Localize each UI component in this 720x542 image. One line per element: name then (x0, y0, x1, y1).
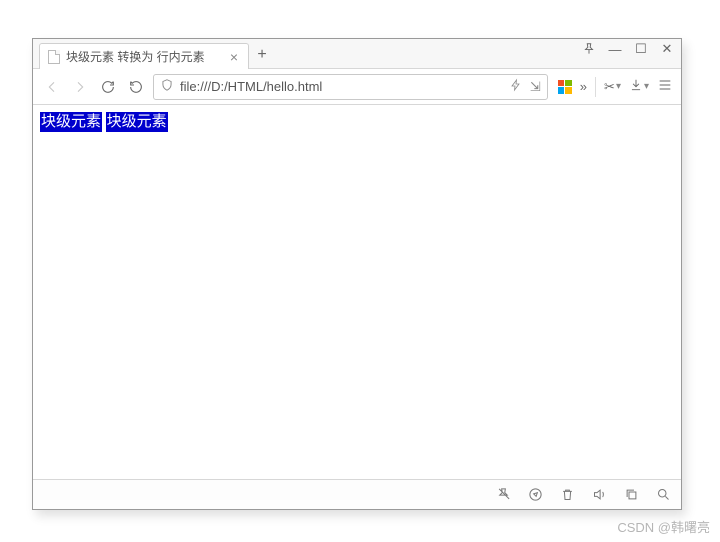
chevron-down-icon[interactable]: ▾ (644, 81, 649, 92)
tab-title: 块级元素 转换为 行内元素 (66, 48, 205, 65)
url-bar[interactable]: file:///D:/HTML/hello.html ⇲ (153, 74, 548, 100)
url-text: file:///D:/HTML/hello.html (180, 79, 504, 94)
compass-icon[interactable] (527, 487, 543, 502)
tab-close-button[interactable]: × (228, 50, 240, 64)
volume-icon[interactable] (591, 487, 607, 502)
scissors-icon[interactable]: ✂ (604, 79, 615, 95)
download-icon[interactable] (629, 78, 643, 95)
titlebar: 块级元素 转换为 行内元素 × + — ☐ ✕ (33, 39, 681, 69)
trash-icon[interactable] (559, 487, 575, 502)
menu-button[interactable] (657, 77, 673, 96)
file-icon (48, 50, 60, 64)
browser-tab[interactable]: 块级元素 转换为 行内元素 × (39, 43, 249, 69)
more-button[interactable]: » (580, 79, 587, 94)
pin-icon[interactable] (581, 42, 597, 56)
toolbar: file:///D:/HTML/hello.html ⇲ » ✂ ▾ ▾ (33, 69, 681, 105)
undo-reload-button[interactable] (125, 76, 147, 98)
minimize-button[interactable]: — (607, 42, 623, 57)
statusbar (33, 479, 681, 509)
close-button[interactable]: ✕ (659, 41, 675, 57)
expand-icon[interactable]: ⇲ (530, 79, 541, 95)
chevron-down-icon[interactable]: ▾ (616, 81, 621, 92)
url-right-icons: ⇲ (510, 78, 541, 95)
forward-button[interactable] (69, 76, 91, 98)
divider (595, 77, 596, 97)
browser-window: 块级元素 转换为 行内元素 × + — ☐ ✕ f (32, 38, 682, 510)
maximize-button[interactable]: ☐ (633, 41, 649, 57)
back-button[interactable] (41, 76, 63, 98)
window-controls: — ☐ ✕ (581, 41, 675, 57)
pin-icon[interactable] (495, 487, 511, 502)
shield-icon (160, 78, 174, 95)
watermark: CSDN @韩曙亮 (617, 517, 710, 536)
block-element-1: 块级元素 (40, 112, 102, 132)
search-icon[interactable] (655, 487, 671, 502)
lightning-icon[interactable] (510, 78, 522, 95)
block-element-2: 块级元素 (106, 112, 168, 132)
toolbar-right: » ✂ ▾ ▾ (554, 77, 673, 97)
copy-icon[interactable] (623, 487, 639, 502)
new-tab-button[interactable]: + (249, 41, 275, 68)
microsoft-icon[interactable] (558, 80, 572, 94)
page-content: 块级元素 块级元素 (33, 105, 681, 479)
reload-button[interactable] (97, 76, 119, 98)
